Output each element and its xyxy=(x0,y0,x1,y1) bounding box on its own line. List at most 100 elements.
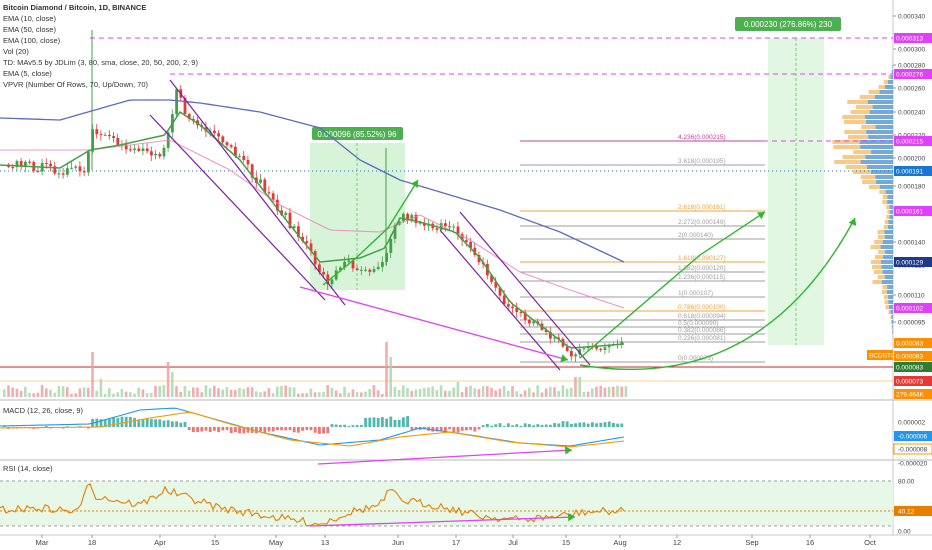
candle-body xyxy=(330,279,334,285)
volume-bar xyxy=(414,389,418,397)
volume-bar xyxy=(250,387,254,397)
price-marker-label: 0.000073 xyxy=(896,379,923,386)
macd-histogram-bar xyxy=(410,427,414,430)
macd-histogram-bar xyxy=(112,417,115,427)
volume-bar xyxy=(402,385,405,397)
candle-body xyxy=(116,138,120,145)
time-tick-label: 18 xyxy=(88,538,96,547)
candle-body xyxy=(78,166,82,172)
fib-level-label: 1.618(0.000127) xyxy=(678,255,726,262)
volume-bar xyxy=(217,388,220,397)
volume-bar xyxy=(145,393,149,397)
volume-bar xyxy=(427,387,430,397)
vpvr-bar-up xyxy=(871,150,893,154)
candle-body xyxy=(108,134,111,137)
macd-histogram-bar xyxy=(540,424,544,427)
vpvr-bar-up xyxy=(892,70,893,74)
volume-bar xyxy=(162,385,166,397)
macd-histogram-bar xyxy=(238,427,241,434)
volume-bar xyxy=(187,390,191,397)
vpvr-bar-up xyxy=(884,275,893,279)
macd-histogram-bar xyxy=(612,422,615,427)
fib-level-label: 2(0.000140) xyxy=(678,232,713,239)
macd-histogram-bar xyxy=(448,427,451,430)
macd-histogram-bar xyxy=(229,427,233,434)
volume-bar xyxy=(460,392,464,397)
vpvr-bar-down xyxy=(890,315,892,319)
volume-bar xyxy=(490,387,493,397)
volume-bar xyxy=(385,342,388,397)
volume-bar xyxy=(204,385,208,397)
candle-body xyxy=(305,241,309,244)
vpvr-bar-up xyxy=(889,215,893,219)
volume-bar xyxy=(519,393,523,397)
vpvr-bar-down xyxy=(882,195,888,199)
fib-level-label: 0.382(0.000086) xyxy=(678,327,726,334)
vpvr-bar-up xyxy=(879,185,893,189)
volume-bar xyxy=(334,390,338,397)
candle-body xyxy=(389,238,393,253)
macd-histogram-bar xyxy=(553,423,556,427)
volume-bar xyxy=(607,386,611,397)
macd-histogram-bar xyxy=(225,427,229,431)
macd-histogram-bar xyxy=(515,424,519,427)
macd-histogram-bar xyxy=(532,425,535,427)
indicator-label-ema10: EMA (10, close) xyxy=(3,14,56,23)
volume-bar xyxy=(57,386,61,397)
macd-histogram-bar xyxy=(620,423,624,427)
vpvr-bar-down xyxy=(861,125,876,129)
volume-bar xyxy=(158,386,161,397)
time-tick-label: 16 xyxy=(806,538,814,547)
vpvr-bar-up xyxy=(867,165,893,169)
volume-bar xyxy=(444,390,447,397)
volume-bar xyxy=(431,386,434,397)
candle-body xyxy=(82,171,86,173)
vpvr-bar-down xyxy=(877,235,885,239)
volume-bar xyxy=(292,387,296,397)
volume-bar xyxy=(267,388,271,397)
vpvr-bar-down xyxy=(847,135,869,139)
macd-histogram-bar xyxy=(322,427,325,434)
candle-body xyxy=(36,170,40,172)
volume-bar xyxy=(330,387,334,397)
time-tick-label: May xyxy=(269,538,283,547)
macd-histogram-bar xyxy=(162,420,166,427)
macd-histogram-bar xyxy=(133,417,136,427)
candle-body xyxy=(61,173,65,175)
price-marker-label: 0.000215 xyxy=(896,139,923,146)
vpvr-bar-up xyxy=(884,250,893,254)
macd-histogram-bar xyxy=(116,418,120,427)
volume-bar xyxy=(3,389,6,397)
macd-histogram-bar xyxy=(376,417,380,427)
vpvr-bar-down xyxy=(871,265,882,269)
vpvr-bar-down xyxy=(862,180,877,184)
vpvr-bar-up xyxy=(879,90,893,94)
price-marker-label: 0.000083 xyxy=(896,354,923,361)
volume-bar xyxy=(49,389,52,397)
candle-body xyxy=(448,226,451,228)
volume-bar xyxy=(137,387,140,397)
vpvr-bar-down xyxy=(842,115,866,119)
volume-bar xyxy=(473,388,476,397)
volume-bar xyxy=(276,386,279,397)
candle-body xyxy=(322,271,325,275)
volume-bar xyxy=(515,391,518,397)
volume-bar xyxy=(103,393,107,397)
vpvr-bar-down xyxy=(888,75,891,79)
volume-bar xyxy=(179,391,182,397)
vpvr-bar-up xyxy=(865,115,893,119)
macd-histogram-bar xyxy=(528,424,531,427)
candle-body xyxy=(112,136,115,139)
indicator-label-td: TD: MAv5.5 by JDLim (3, 80, sma, close, … xyxy=(3,58,198,67)
volume-bar xyxy=(234,389,237,397)
vpvr-bar-up xyxy=(892,330,893,334)
macd-histogram-bar xyxy=(292,427,296,433)
volume-bar xyxy=(435,390,439,397)
candle-body xyxy=(507,304,510,307)
volume-bar xyxy=(116,392,119,397)
candle-body xyxy=(284,212,288,215)
volume-bar xyxy=(28,393,31,397)
volume-bar xyxy=(284,385,287,397)
macd-histogram-bar xyxy=(574,423,577,427)
macd-histogram-bar xyxy=(208,427,212,432)
